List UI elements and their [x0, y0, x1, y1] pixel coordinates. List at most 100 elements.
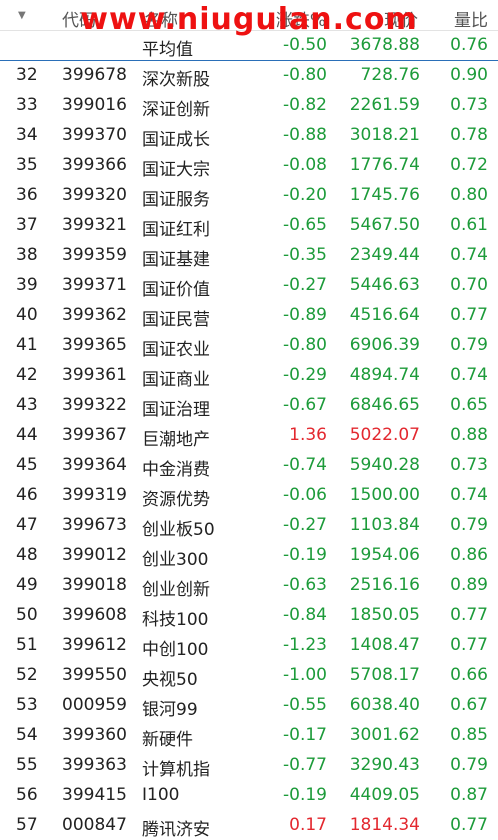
stock-name: 国证价值	[142, 280, 210, 300]
table-row[interactable]: 43 399322 国证治理 -0.67 6846.65 0.65	[0, 390, 498, 420]
current-price: 3018.21	[349, 125, 420, 145]
sort-indicator-icon[interactable]: ▼	[18, 10, 26, 21]
table-row[interactable]: 45 399364 中金消费 -0.74 5940.28 0.73	[0, 450, 498, 480]
column-header-name[interactable]: 名称	[144, 6, 178, 31]
volume-ratio: 0.74	[450, 365, 488, 385]
change-percent: -0.27	[283, 275, 327, 295]
stock-name: 央视50	[142, 670, 198, 690]
table-row[interactable]: 36 399320 国证服务 -0.20 1745.76 0.80	[0, 180, 498, 210]
row-index: 42	[16, 365, 38, 385]
current-price: 5940.28	[349, 455, 420, 475]
table-row[interactable]: 52 399550 央视50 -1.00 5708.17 0.66	[0, 660, 498, 690]
table-row[interactable]: 57 000847 腾讯济安 0.17 1814.34 0.77	[0, 810, 498, 840]
change-percent: -0.19	[283, 545, 327, 565]
row-index: 46	[16, 485, 38, 505]
volume-ratio: 0.70	[450, 275, 488, 295]
table-row[interactable]: 44 399367 巨潮地产 1.36 5022.07 0.88	[0, 420, 498, 450]
stock-code: 399321	[62, 215, 127, 235]
change-percent: -0.80	[283, 335, 327, 355]
change-percent: 1.36	[289, 425, 327, 445]
change-percent: -0.35	[283, 245, 327, 265]
current-price: 1814.34	[349, 815, 420, 835]
stock-name: 国证服务	[142, 190, 210, 210]
stock-name: 中创100	[142, 640, 209, 660]
stock-name: 银河99	[142, 700, 198, 720]
volume-ratio: 0.77	[450, 605, 488, 625]
stock-name: 国证大宗	[142, 160, 210, 180]
stock-name: 国证商业	[142, 370, 210, 390]
table-row[interactable]: 34 399370 国证成长 -0.88 3018.21 0.78	[0, 120, 498, 150]
stock-code: 399370	[62, 125, 127, 145]
stock-code: 399366	[62, 155, 127, 175]
row-index: 37	[16, 215, 38, 235]
table-row[interactable]: 35 399366 国证大宗 -0.08 1776.74 0.72	[0, 150, 498, 180]
column-header-change[interactable]: 涨跌%	[276, 6, 326, 31]
table-row[interactable]: 47 399673 创业板50 -0.27 1103.84 0.79	[0, 510, 498, 540]
row-index: 36	[16, 185, 38, 205]
table-row[interactable]: 48 399012 创业300 -0.19 1954.06 0.86	[0, 540, 498, 570]
volume-ratio: 0.79	[450, 335, 488, 355]
row-index: 48	[16, 545, 38, 565]
stock-list-window: ▼ 代码 名称 • 涨跌% 现价 量比 www.niugulan.com 平均值…	[0, 0, 498, 840]
table-row[interactable]: 40 399362 国证民营 -0.89 4516.64 0.77	[0, 300, 498, 330]
volume-ratio: 0.79	[450, 755, 488, 775]
table-row[interactable]: 33 399016 深证创新 -0.82 2261.59 0.73	[0, 90, 498, 120]
change-percent: -0.06	[283, 485, 327, 505]
row-index: 33	[16, 95, 38, 115]
stock-code: 399362	[62, 305, 127, 325]
table-row[interactable]: 42 399361 国证商业 -0.29 4894.74 0.74	[0, 360, 498, 390]
row-index: 45	[16, 455, 38, 475]
volume-ratio: 0.74	[450, 245, 488, 265]
current-price: 1954.06	[349, 545, 420, 565]
table-row[interactable]: 49 399018 创业创新 -0.63 2516.16 0.89	[0, 570, 498, 600]
volume-ratio: 0.73	[450, 95, 488, 115]
volume-ratio: 0.77	[450, 305, 488, 325]
table-row[interactable]: 32 399678 深次新股 -0.80 728.76 0.90	[0, 60, 498, 90]
change-percent: -0.65	[283, 215, 327, 235]
volume-ratio: 0.73	[450, 455, 488, 475]
table-row[interactable]: 54 399360 新硬件 -0.17 3001.62 0.85	[0, 720, 498, 750]
volume-ratio: 0.85	[450, 725, 488, 745]
volume-ratio: 0.86	[450, 545, 488, 565]
table-row[interactable]: 38 399359 国证基建 -0.35 2349.44 0.74	[0, 240, 498, 270]
table-row[interactable]: 41 399365 国证农业 -0.80 6906.39 0.79	[0, 330, 498, 360]
table-row[interactable]: 37 399321 国证红利 -0.65 5467.50 0.61	[0, 210, 498, 240]
table-row[interactable]: 46 399319 资源优势 -0.06 1500.00 0.74	[0, 480, 498, 510]
current-price: 5446.63	[349, 275, 420, 295]
row-index: 44	[16, 425, 38, 445]
row-index: 51	[16, 635, 38, 655]
table-row[interactable]: 50 399608 科技100 -0.84 1850.05 0.77	[0, 600, 498, 630]
average-price: 3678.88	[349, 35, 420, 55]
volume-ratio: 0.66	[450, 665, 488, 685]
stock-code: 399612	[62, 635, 127, 655]
column-header-code[interactable]: 代码	[62, 6, 96, 31]
table-row[interactable]: 55 399363 计算机指 -0.77 3290.43 0.79	[0, 750, 498, 780]
average-label: 平均值	[142, 40, 193, 60]
stock-name: 中金消费	[142, 460, 210, 480]
stock-name: 国证基建	[142, 250, 210, 270]
row-index: 53	[16, 695, 38, 715]
table-row[interactable]: 56 399415 I100 -0.19 4409.05 0.87	[0, 780, 498, 810]
stock-name: 创业创新	[142, 580, 210, 600]
stock-code: 399550	[62, 665, 127, 685]
change-percent: -0.20	[283, 185, 327, 205]
current-price: 2516.16	[349, 575, 420, 595]
stock-code: 399367	[62, 425, 127, 445]
row-index: 35	[16, 155, 38, 175]
change-percent: -0.67	[283, 395, 327, 415]
current-price: 1745.76	[349, 185, 420, 205]
stock-name: 国证民营	[142, 310, 210, 330]
change-percent: -0.19	[283, 785, 327, 805]
change-percent: -0.17	[283, 725, 327, 745]
stock-name: 深证创新	[142, 100, 210, 120]
table-row[interactable]: 53 000959 银河99 -0.55 6038.40 0.67	[0, 690, 498, 720]
column-header-price[interactable]: 现价	[384, 6, 418, 31]
change-percent: -0.74	[283, 455, 327, 475]
average-row[interactable]: 平均值 -0.50 3678.88 0.76	[0, 30, 498, 61]
row-index: 34	[16, 125, 38, 145]
average-change: -0.50	[283, 35, 327, 55]
stock-code: 399361	[62, 365, 127, 385]
table-row[interactable]: 51 399612 中创100 -1.23 1408.47 0.77	[0, 630, 498, 660]
column-header-volume-ratio[interactable]: 量比	[454, 6, 488, 31]
table-row[interactable]: 39 399371 国证价值 -0.27 5446.63 0.70	[0, 270, 498, 300]
